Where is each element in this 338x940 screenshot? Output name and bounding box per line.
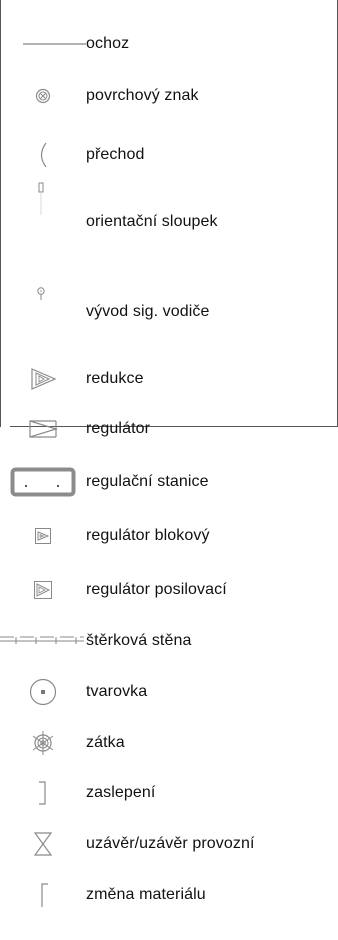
- regulacni-stanice-icon: [0, 467, 86, 497]
- legend-label: přechod: [86, 146, 145, 163]
- legend-label: regulační stanice: [86, 473, 209, 490]
- legend-item-sterkova-stena: štěrková stěna: [0, 626, 338, 656]
- legend-item-tvarovka: tvarovka: [0, 677, 338, 707]
- legend-label: uzávěr/uzávěr provozní: [86, 835, 255, 852]
- zmena-materialu-icon: [0, 880, 86, 910]
- legend-item-prechod: přechod: [0, 140, 338, 170]
- legend-item-zaslepeni: zaslepení: [0, 778, 338, 808]
- legend-label: redukce: [86, 370, 144, 387]
- legend-item-regulator: regulátor: [0, 414, 338, 444]
- prechod-arc-icon: [0, 140, 86, 170]
- regulator-blokovy-icon: [0, 521, 86, 551]
- tvarovka-icon: [0, 677, 86, 707]
- legend-label: tvarovka: [86, 683, 148, 700]
- legend-label: regulátor posilovací: [86, 581, 227, 598]
- legend-label: orientační sloupek: [86, 213, 218, 230]
- legend-item-ochoz: ochoz: [0, 29, 338, 59]
- legend-item-regulator-blokovy: regulátor blokový: [0, 521, 338, 551]
- zatka-icon: [0, 728, 86, 758]
- legend-item-regulator-posilovaci: regulátor posilovací: [0, 575, 338, 605]
- ochoz-line-icon: [0, 29, 86, 59]
- orientacni-sloupek-icon: [0, 182, 86, 215]
- zaslepeni-icon: [0, 778, 86, 808]
- legend-item-uzaver: uzávěr/uzávěr provozní: [0, 829, 338, 859]
- legend-item-zmena-materialu: změna materiálu: [0, 880, 338, 910]
- legend-label: regulátor blokový: [86, 527, 210, 544]
- legend-label: regulátor: [86, 420, 151, 437]
- legend-label: povrchový znak: [86, 87, 199, 104]
- uzaver-icon: [0, 829, 86, 859]
- legend-label: zátka: [86, 734, 125, 751]
- legend-label: vývod sig. vodiče: [86, 303, 210, 320]
- povrchovy-znak-icon: [0, 81, 86, 111]
- legend-item-vyvod-sig-vodice: vývod sig. vodiče: [0, 287, 338, 327]
- legend-item-zatka: zátka: [0, 728, 338, 758]
- regulator-posilovaci-icon: [0, 575, 86, 605]
- sterkova-stena-icon: [0, 626, 86, 656]
- regulator-icon: [0, 414, 86, 444]
- legend-label: změna materiálu: [86, 886, 206, 903]
- legend-label: štěrková stěna: [86, 632, 192, 649]
- redukce-icon: [0, 364, 86, 394]
- legend-item-regulacni-stanice: regulační stanice: [0, 467, 338, 497]
- legend-label: zaslepení: [86, 784, 156, 801]
- legend-item-redukce: redukce: [0, 364, 338, 394]
- vyvod-sig-vodice-icon: [0, 283, 86, 313]
- legend-label: ochoz: [86, 35, 130, 52]
- legend-item-orientacni-sloupek: orientační sloupek: [0, 182, 338, 237]
- legend-item-povrchovy-znak: povrchový znak: [0, 81, 338, 111]
